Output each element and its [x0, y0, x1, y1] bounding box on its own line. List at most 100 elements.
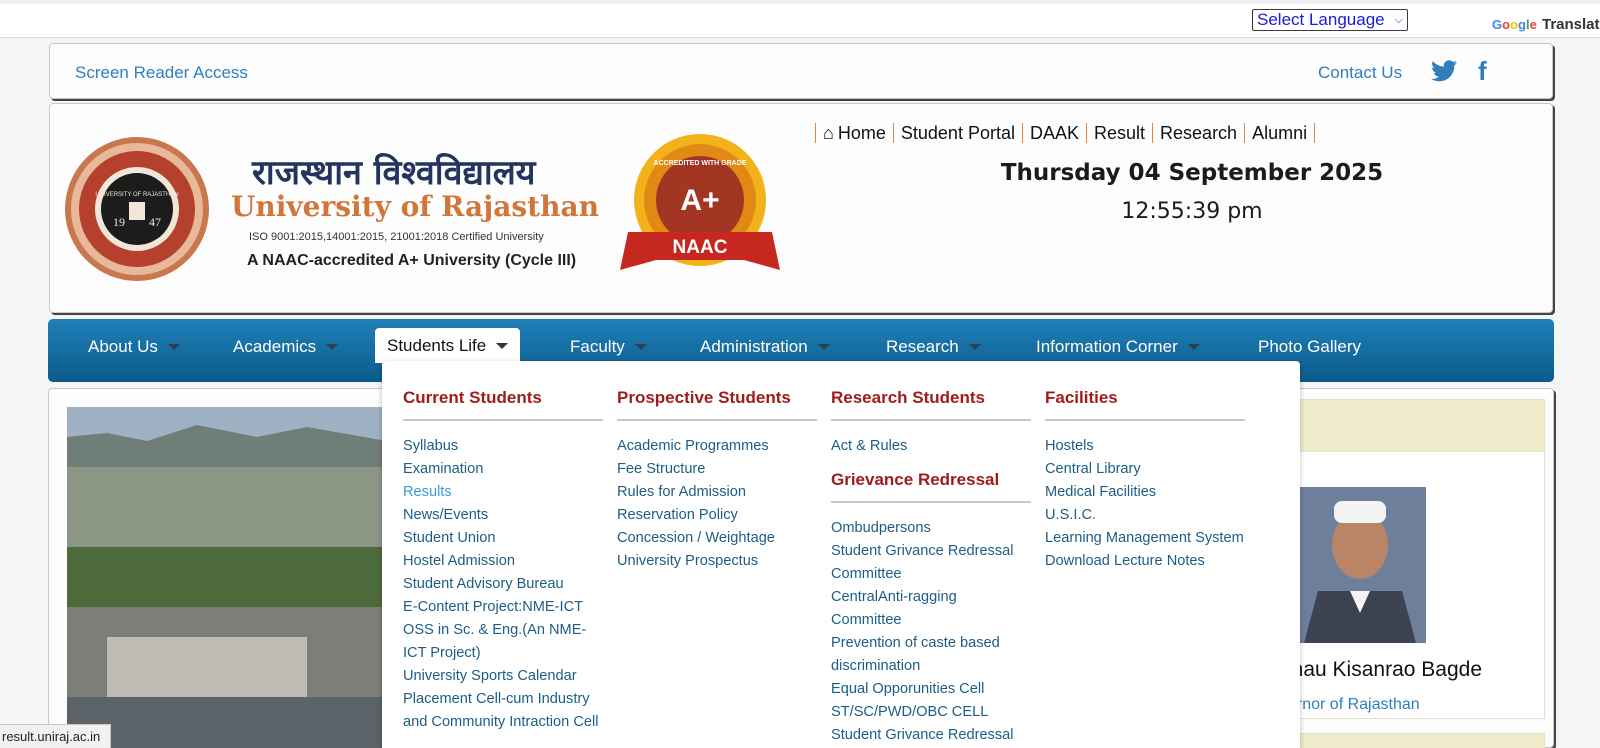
list-item[interactable]: Prevention of caste based discrimination [831, 632, 1031, 678]
list-item[interactable]: Hostel Admission [403, 550, 603, 573]
nav-administration[interactable]: Administration [700, 337, 830, 357]
nav-research[interactable]: Research [886, 337, 981, 357]
list-item[interactable]: Download Lecture Notes [1045, 550, 1245, 573]
caret-down-icon [167, 344, 180, 350]
list-item[interactable]: Hostels [1045, 435, 1245, 458]
list-item[interactable]: Student Union [403, 527, 603, 550]
list-item[interactable]: U.S.I.C. [1045, 504, 1245, 527]
list-item[interactable]: Equal Opporunities Cell [831, 678, 1031, 701]
caret-down-icon [496, 342, 509, 349]
translate-bar: Select Language ⌵ Google Translat [0, 0, 1600, 38]
campus-photo [67, 407, 387, 748]
grievance-redressal-list: Ombudpersons Student Grivance Redressal … [831, 517, 1031, 747]
google-translate-link[interactable]: Translat [1542, 16, 1600, 33]
facilities-heading: Facilities [1045, 388, 1245, 421]
list-item[interactable]: Student Grivance Redressal [831, 724, 1031, 747]
home-icon: ⌂ [823, 122, 834, 143]
list-item[interactable]: Rules for Admission [617, 481, 817, 504]
prospective-students-column: Prospective Students Academic Programmes… [617, 388, 817, 573]
list-item[interactable]: Ombudpersons [831, 517, 1031, 540]
home-link[interactable]: ⌂ Home [816, 121, 893, 145]
nav-students-life[interactable]: Students Life [375, 328, 521, 363]
caret-down-icon [1187, 344, 1200, 350]
list-item[interactable]: CentralAnti-ragging Committee [831, 586, 1031, 632]
caret-down-icon [817, 344, 830, 350]
caret-down-icon [326, 344, 339, 350]
list-item[interactable]: Student Advisory Bureau [403, 573, 603, 596]
language-select[interactable]: Select Language ⌵ [1252, 9, 1408, 31]
governor-name: ohau Kisanrao Bagde [1280, 658, 1482, 681]
governor-title-link[interactable]: vernor of Rajasthan [1280, 696, 1420, 714]
svg-text:UNIVERSITY OF RAJASTHAN: UNIVERSITY OF RAJASTHAN [95, 192, 178, 198]
list-item[interactable]: E-Content Project:NME-ICT [403, 596, 603, 619]
university-title-hindi: राजस्थान विश्वविद्यालय [252, 153, 536, 193]
university-title-english: University of Rajasthan [231, 190, 599, 223]
students-life-dropdown: Current Students Syllabus Examination Re… [382, 361, 1300, 748]
alumni-link[interactable]: Alumni [1245, 121, 1314, 145]
screen-reader-access-link[interactable]: Screen Reader Access [75, 63, 248, 83]
contact-us-link[interactable]: Contact Us [1318, 63, 1402, 83]
facilities-column: Facilities Hostels Central Library Medic… [1045, 388, 1245, 573]
prospective-students-heading: Prospective Students [617, 388, 817, 421]
current-students-list: Syllabus Examination Results News/Events… [403, 435, 603, 734]
svg-text:47: 47 [149, 215, 161, 229]
facilities-list: Hostels Central Library Medical Faciliti… [1045, 435, 1245, 573]
site-header: UNIVERSITY OF RAJASTHAN 19 47 राजस्थान व… [49, 103, 1553, 313]
daak-link[interactable]: DAAK [1023, 121, 1086, 145]
grievance-redressal-heading: Grievance Redressal [831, 470, 1031, 503]
caret-down-icon [634, 344, 647, 350]
svg-text:A+: A+ [680, 184, 719, 217]
list-item[interactable]: Results [403, 481, 603, 504]
governor-photo [1294, 487, 1426, 643]
result-link[interactable]: Result [1087, 121, 1152, 145]
nav-photo-gallery[interactable]: Photo Gallery [1258, 337, 1361, 357]
list-item[interactable]: Concession / Weightage [617, 527, 817, 550]
nav-academics[interactable]: Academics [233, 337, 339, 357]
research-link[interactable]: Research [1153, 121, 1244, 145]
prospective-students-list: Academic Programmes Fee Structure Rules … [617, 435, 817, 573]
status-bar-url: result.uniraj.ac.in [0, 724, 112, 748]
iso-certification-text: ISO 9001:2015,14001:2015, 21001:2018 Cer… [249, 231, 544, 243]
list-item[interactable]: News/Events [403, 504, 603, 527]
svg-text:NAAC: NAAC [673, 237, 728, 258]
current-students-heading: Current Students [403, 388, 603, 421]
nav-information-corner[interactable]: Information Corner [1036, 337, 1200, 357]
list-item[interactable]: Student Grivance Redressal Committee [831, 540, 1031, 586]
twitter-icon[interactable] [1431, 60, 1457, 82]
list-item[interactable]: Act & Rules [831, 435, 1031, 458]
research-students-list: Act & Rules [831, 435, 1031, 458]
research-students-column: Research Students Act & Rules Grievance … [831, 388, 1031, 747]
language-select-label: Select Language [1257, 10, 1385, 29]
chevron-down-icon: ⌵ [1394, 13, 1403, 26]
naac-a-plus-badge: ACCREDITED WITH GRADE A+ NAAC [620, 134, 780, 270]
caret-down-icon [968, 344, 981, 350]
svg-text:ACCREDITED WITH GRADE: ACCREDITED WITH GRADE [654, 160, 747, 167]
list-item[interactable]: Academic Programmes [617, 435, 817, 458]
naac-accreditation-text: A NAAC-accredited A+ University (Cycle I… [247, 252, 577, 269]
list-item[interactable]: Medical Facilities [1045, 481, 1245, 504]
nav-about-us[interactable]: About Us [88, 337, 180, 357]
nav-faculty[interactable]: Faculty [570, 337, 647, 357]
list-item[interactable]: Placement Cell-cum Industry and Communit… [403, 688, 603, 734]
student-portal-link[interactable]: Student Portal [894, 121, 1022, 145]
list-item[interactable]: Syllabus [403, 435, 603, 458]
google-logo: Google [1492, 17, 1537, 32]
university-seal-logo[interactable]: UNIVERSITY OF RAJASTHAN 19 47 [63, 136, 211, 282]
current-time: 12:55:39 pm [1121, 199, 1263, 224]
list-item[interactable]: Fee Structure [617, 458, 817, 481]
current-date: Thursday 04 September 2025 [1000, 160, 1384, 186]
list-item[interactable]: Reservation Policy [617, 504, 817, 527]
facebook-icon[interactable]: f [1478, 58, 1494, 84]
secondary-panel [1280, 733, 1545, 748]
list-item[interactable]: University Prospectus [617, 550, 817, 573]
list-item[interactable]: ST/SC/PWD/OBC CELL [831, 701, 1031, 724]
list-item[interactable]: Learning Management System [1045, 527, 1245, 550]
list-item[interactable]: Examination [403, 458, 603, 481]
list-item[interactable]: University Sports Calendar [403, 665, 603, 688]
svg-text:19: 19 [113, 215, 125, 229]
research-students-heading: Research Students [831, 388, 1031, 421]
current-students-column: Current Students Syllabus Examination Re… [403, 388, 603, 734]
list-item[interactable]: Central Library [1045, 458, 1245, 481]
access-bar: Screen Reader Access Contact Us f [49, 43, 1553, 99]
list-item[interactable]: OSS in Sc. & Eng.(An NME-ICT Project) [403, 619, 603, 665]
